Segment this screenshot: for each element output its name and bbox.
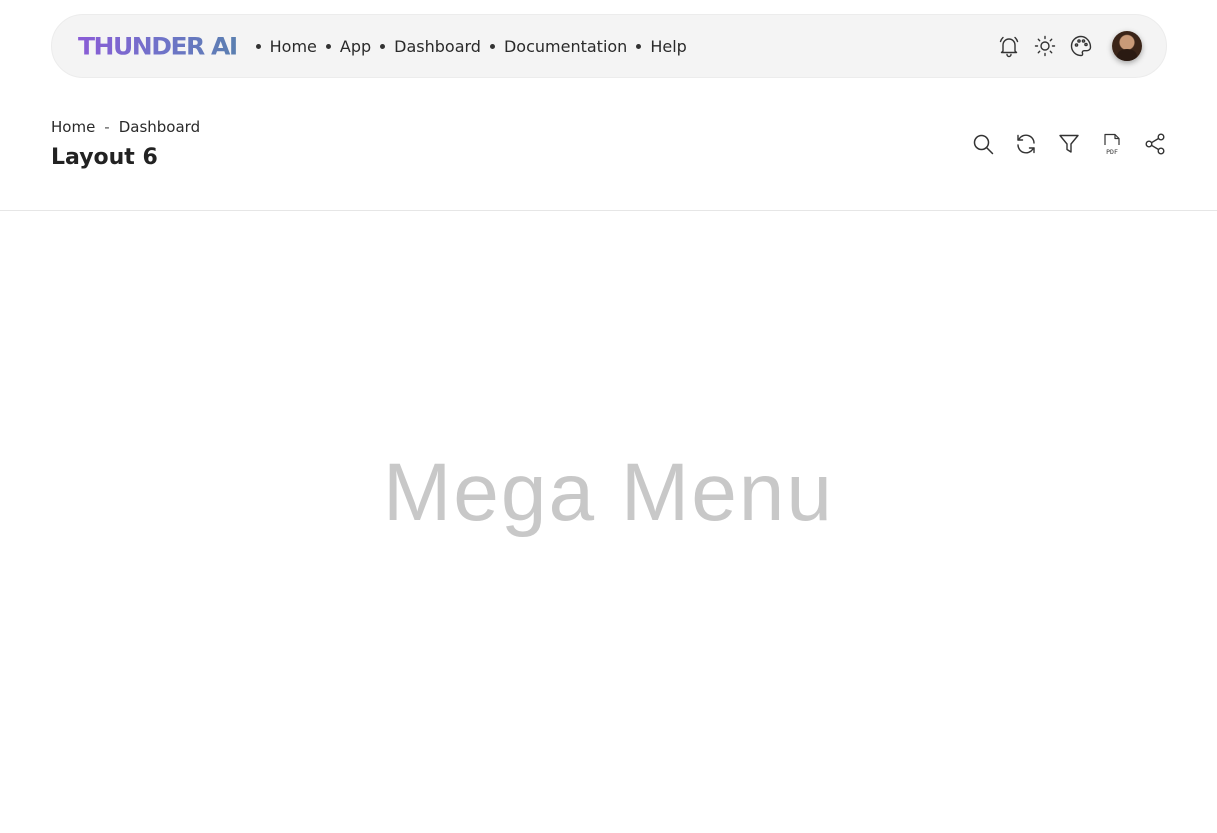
nav-item-app[interactable]: App (325, 36, 372, 56)
breadcrumb-separator: - (104, 118, 110, 136)
refresh-icon[interactable] (1014, 132, 1038, 156)
header-divider (0, 210, 1217, 211)
nav-item-label: Documentation (503, 36, 628, 56)
nav-item-label: Dashboard (394, 36, 481, 56)
nav-item-help[interactable]: Help (636, 36, 687, 56)
top-actions (997, 31, 1142, 61)
page-toolbar: PDF (971, 132, 1167, 156)
nav-bullet (255, 43, 261, 49)
nav-item-home[interactable]: Home (255, 36, 317, 56)
breadcrumb-current[interactable]: Dashboard (119, 118, 200, 136)
bell-icon[interactable] (997, 34, 1021, 58)
page-header: Home - Dashboard Layout 6 PDF (51, 118, 1167, 170)
nav-item-label: Home (269, 36, 317, 56)
top-navigation-bar: THUNDER AI Home App Dashboard Documentat… (51, 14, 1167, 78)
filter-icon[interactable] (1057, 132, 1081, 156)
main-nav: Home App Dashboard Documentation Help (247, 37, 687, 56)
brand-logo[interactable]: THUNDER AI (78, 32, 238, 60)
nav-bullet (380, 43, 386, 49)
nav-bullet (489, 43, 495, 49)
user-avatar[interactable] (1112, 31, 1142, 61)
nav-item-documentation[interactable]: Documentation (489, 36, 628, 56)
nav-bullet (325, 43, 331, 49)
sun-icon[interactable] (1033, 34, 1057, 58)
nav-item-label: App (339, 36, 372, 56)
nav-item-dashboard[interactable]: Dashboard (380, 37, 481, 56)
content-placeholder: Mega Menu (382, 447, 835, 538)
nav-item-label: Help (650, 36, 687, 56)
search-icon[interactable] (971, 132, 995, 156)
pdf-icon[interactable]: PDF (1100, 132, 1124, 156)
share-icon[interactable] (1143, 132, 1167, 156)
nav-bullet (636, 43, 642, 49)
palette-icon[interactable] (1069, 34, 1093, 58)
svg-text:PDF: PDF (1106, 148, 1118, 156)
breadcrumb-home[interactable]: Home (51, 118, 95, 136)
